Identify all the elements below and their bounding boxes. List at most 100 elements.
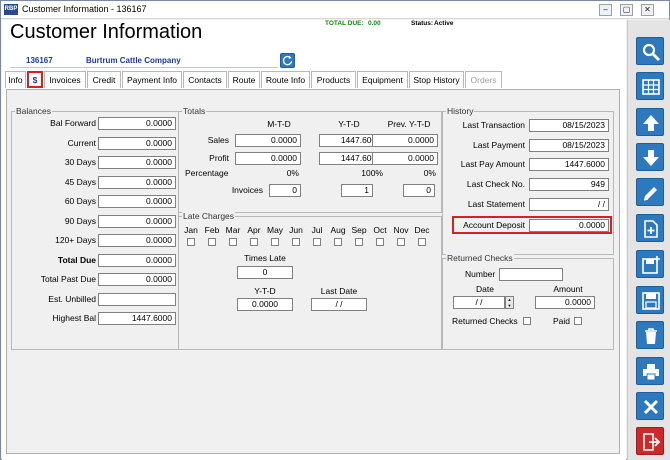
last-transaction-value[interactable]: 08/15/2023 [529,119,609,132]
month-label-nov: Nov [393,225,409,235]
edit-button[interactable] [636,178,664,206]
tab-credit[interactable]: Credit [87,71,121,88]
profit-prev-ytd[interactable]: 0.0000 [372,152,438,165]
profit-mtd[interactable]: 0.0000 [235,152,301,165]
60-days-label: 60 Days [64,196,96,206]
previous-record-button[interactable] [636,108,664,136]
30-days-label: 30 Days [64,157,96,167]
tab-route[interactable]: Route [228,71,260,88]
120-days-value[interactable]: 0.0000 [98,234,176,247]
totals-title: Totals [182,106,207,116]
late-ytd-value[interactable]: 0.0000 [237,298,293,311]
new-button[interactable] [636,214,664,242]
refresh-icon [282,55,293,66]
cancel-button[interactable] [636,392,664,420]
next-record-button[interactable] [636,143,664,171]
highest-bal-value[interactable]: 1447.6000 [98,312,176,325]
late-dec-checkbox[interactable] [418,238,426,246]
print-button[interactable] [636,357,664,385]
month-label-feb: Feb [204,225,220,235]
close-window-icon[interactable]: ✕ [641,4,654,16]
last-pay-amount-value[interactable]: 1447.6000 [529,158,609,171]
invoices-prev-ytd[interactable]: 0 [403,184,435,197]
arrow-up-icon [643,115,659,131]
percentage-ytd: 100% [361,168,383,178]
returned-checks-checkbox[interactable] [523,317,531,325]
rc-amount-label: Amount [553,284,583,294]
account-deposit-value[interactable]: 0.0000 [529,219,609,232]
rc-date-value[interactable]: / / [453,296,505,309]
date-spinner[interactable]: ▲ ▼ [505,296,514,309]
save-button[interactable] [636,286,664,314]
last-date-value[interactable]: / / [311,298,367,311]
paid-label: Paid [553,316,571,326]
late-apr-checkbox[interactable] [250,238,258,246]
30-days-value[interactable]: 0.0000 [98,156,176,169]
late-ytd-label: Y-T-D [254,286,276,296]
restore-icon[interactable]: ▢ [620,4,633,16]
tab-info[interactable]: Info [5,71,26,88]
tab-products[interactable]: Products [311,71,356,88]
customer-number[interactable]: 136167 [26,56,53,65]
late-jun-checkbox[interactable] [292,238,300,246]
tab-equipment[interactable]: Equipment [357,71,408,88]
rc-amount-value[interactable]: 0.0000 [535,296,595,309]
rc-number-value[interactable] [499,268,563,281]
tab-stop-history[interactable]: Stop History [409,71,464,88]
est-unbilled-value[interactable] [98,293,176,306]
last-payment-value[interactable]: 08/15/2023 [529,139,609,152]
total-due-row-value[interactable]: 0.0000 [98,254,176,267]
month-label-jan: Jan [184,225,198,235]
paid-checkbox[interactable] [574,317,582,325]
current-value[interactable]: 0.0000 [98,137,176,150]
prev-ytd-header: Prev. Y-T-D [387,119,431,129]
late-feb-checkbox[interactable] [208,238,216,246]
returned-checks-title: Returned Checks [446,253,514,263]
grid-button[interactable] [636,72,664,100]
trash-icon [645,328,657,344]
tab-dollar[interactable]: $ [27,71,43,88]
late-nov-checkbox[interactable] [397,238,405,246]
late-jul-checkbox[interactable] [313,238,321,246]
month-label-dec: Dec [414,225,430,235]
90-days-value[interactable]: 0.0000 [98,215,176,228]
refresh-button[interactable] [280,53,295,68]
sales-prev-ytd[interactable]: 0.0000 [372,134,438,147]
late-may-checkbox[interactable] [271,238,279,246]
times-late-label: Times Late [244,253,286,263]
late-sep-checkbox[interactable] [355,238,363,246]
tab-invoices[interactable]: Invoices [44,71,86,88]
tab-route-info[interactable]: Route Info [261,71,310,88]
history-group: History Last Transaction 08/15/2023 Last… [442,106,614,255]
late-mar-checkbox[interactable] [229,238,237,246]
bal-forward-value[interactable]: 0.0000 [98,117,176,130]
tab-contacts[interactable]: Contacts [183,71,227,88]
late-aug-checkbox[interactable] [334,238,342,246]
sales-mtd[interactable]: 0.0000 [235,134,301,147]
last-statement-value[interactable]: / / [529,198,609,211]
exit-button[interactable] [636,427,664,455]
delete-button[interactable] [636,321,664,349]
action-sidebar [627,20,670,460]
invoices-mtd[interactable]: 0 [269,184,301,197]
total-due-label: TOTAL DUE: [325,20,364,27]
last-statement-label: Last Statement [467,199,525,209]
total-past-due-value[interactable]: 0.0000 [98,273,176,286]
late-jan-checkbox[interactable] [187,238,195,246]
45-days-value[interactable]: 0.0000 [98,176,176,189]
60-days-value[interactable]: 0.0000 [98,195,176,208]
late-oct-checkbox[interactable] [376,238,384,246]
save-new-button[interactable] [636,250,664,278]
invoices-ytd[interactable]: 1 [341,184,373,197]
title-bar: RBP Customer Information - 136167 – ▢ ✕ [1,1,669,19]
tab-payment-info[interactable]: Payment Info [122,71,182,88]
search-button[interactable] [636,37,664,65]
last-check-value[interactable]: 949 [529,178,609,191]
late-charges-group: Late Charges Jan Feb Mar Apr May Jun Jul… [178,211,442,350]
new-document-icon [644,220,658,238]
est-unbilled-label: Est. Unbilled [48,294,96,304]
pencil-icon [643,187,657,201]
percentage-label: Percentage [185,168,229,178]
times-late-value[interactable]: 0 [237,266,293,279]
minimize-icon[interactable]: – [599,4,612,16]
